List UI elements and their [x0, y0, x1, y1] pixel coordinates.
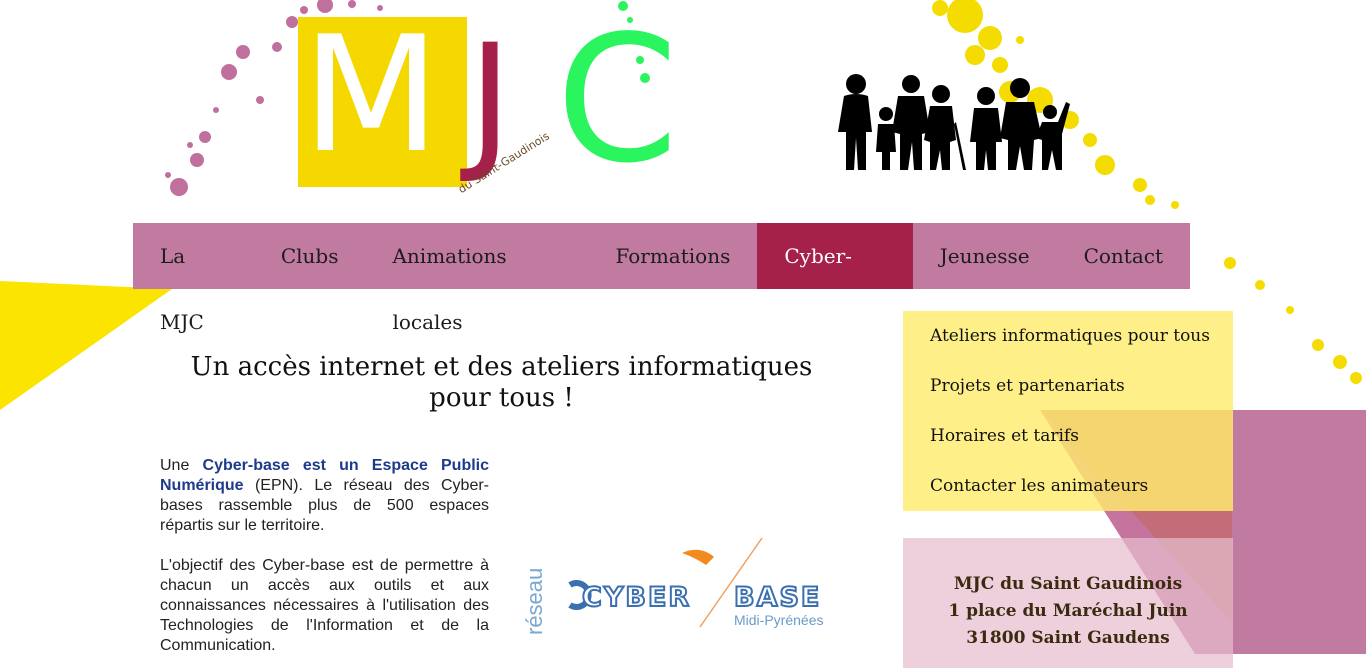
nav-item-la-mjc[interactable]: La MJC	[133, 223, 254, 334]
page-title-line2: pour tous !	[429, 383, 574, 413]
objective-paragraph: L'objectif des Cyber-base est de permett…	[160, 557, 489, 654]
nav-item-animations-locales[interactable]: Animations locales	[365, 223, 588, 334]
address-line-3: 31800 Saint Gaudens	[966, 628, 1170, 648]
nav-item-cyber-base[interactable]: Cyber-base	[757, 223, 913, 334]
mjc-logo[interactable]: M J C du Saint-Gaudinois	[298, 1, 698, 197]
submenu-item-horaires[interactable]: Horaires et tarifs	[903, 411, 1233, 461]
address-line-1: MJC du Saint Gaudinois	[953, 574, 1183, 594]
mauve-block-right	[1232, 410, 1366, 654]
cyberbase-submenu: Ateliers informatiques pour tous Projets…	[903, 311, 1233, 511]
submenu-item-projets[interactable]: Projets et partenariats	[903, 361, 1233, 411]
logo-letter-c: C	[556, 0, 679, 202]
cyberbase-logo-word1: CYBER	[582, 582, 691, 613]
nav-item-formations[interactable]: Formations	[588, 223, 757, 289]
page-title-line1: Un accès internet et des ateliers inform…	[190, 352, 813, 382]
yellow-triangle-left	[0, 281, 172, 410]
cyberbase-swoosh-icon	[682, 549, 714, 565]
page-title: Un accès internet et des ateliers inform…	[160, 352, 843, 414]
cyber-base-logo-image: réseau CYBER BASE Midi-Pyrénées	[522, 537, 823, 635]
family-silhouette-image	[838, 74, 1070, 170]
logo-letter-m: M	[302, 1, 441, 188]
nav-item-clubs[interactable]: Clubs	[254, 223, 366, 289]
main-nav: La MJC Clubs Animations locales Formatio…	[133, 223, 1190, 334]
submenu-item-contacter[interactable]: Contacter les animateurs	[903, 461, 1233, 511]
cyberbase-logo-region: Midi-Pyrénées	[734, 612, 823, 628]
cyberbase-logo-word2: BASE	[734, 582, 821, 613]
nav-item-jeunesse[interactable]: Jeunesse	[913, 223, 1057, 289]
cyberbase-logo-vertical-text: réseau	[522, 568, 547, 635]
address-block: MJC du Saint Gaudinois 1 place du Maréch…	[903, 538, 1233, 668]
intro-text-start: Une	[160, 457, 203, 474]
intro-paragraph: Une Cyber-base est un Espace Public Numé…	[160, 456, 489, 536]
address-line-2: 1 place du Maréchal Juin	[948, 601, 1188, 621]
nav-item-contact[interactable]: Contact	[1057, 223, 1190, 289]
submenu-item-ateliers[interactable]: Ateliers informatiques pour tous	[903, 311, 1233, 361]
